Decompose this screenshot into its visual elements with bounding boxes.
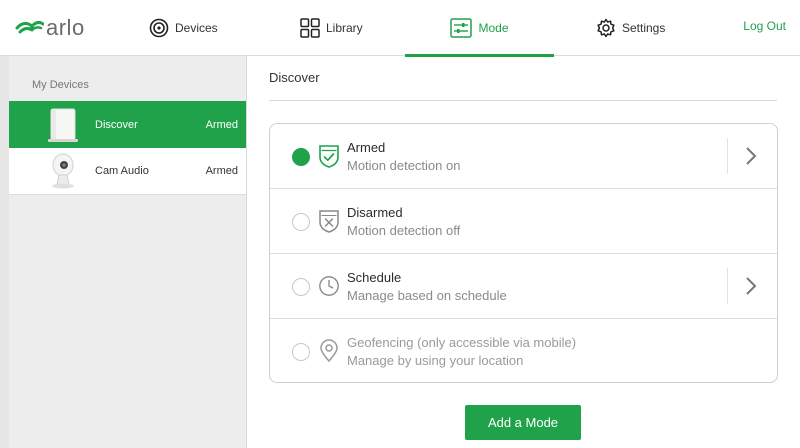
mode-name: Disarmed bbox=[347, 205, 403, 220]
nav-devices[interactable]: Devices bbox=[149, 0, 218, 55]
device-name: Discover bbox=[95, 118, 138, 131]
mode-name: Geofencing (only accessible via mobile) bbox=[347, 335, 577, 350]
location-pin-icon bbox=[318, 339, 340, 363]
mode-item-schedule[interactable]: Schedule Manage based on schedule bbox=[270, 254, 777, 319]
mode-sliders-icon bbox=[450, 17, 473, 38]
nav-settings-label: Settings bbox=[622, 20, 666, 35]
device-status: Armed bbox=[205, 118, 238, 131]
nav-library[interactable]: Library bbox=[300, 0, 363, 55]
row-divider bbox=[727, 138, 728, 174]
mode-item-geofencing: Geofencing (only accessible via mobile) … bbox=[270, 319, 777, 382]
modes-list: Armed Motion detection on Disarmed Motio… bbox=[269, 123, 778, 383]
mode-radio-selected[interactable] bbox=[292, 148, 310, 166]
sidebar-edge bbox=[0, 56, 9, 448]
mode-description: Motion detection on bbox=[347, 158, 461, 173]
mode-description: Motion detection off bbox=[347, 223, 461, 238]
nav-settings[interactable]: Settings bbox=[596, 0, 665, 55]
nav-mode[interactable]: Mode bbox=[405, 0, 554, 57]
chevron-right-icon[interactable] bbox=[744, 146, 758, 166]
mode-name: Schedule bbox=[347, 270, 402, 285]
base-station-thumbnail bbox=[33, 101, 93, 148]
mode-name: Armed bbox=[347, 140, 386, 155]
title-divider bbox=[269, 100, 777, 101]
arlo-logo[interactable]: arlo bbox=[14, 11, 85, 44]
logo-wordmark: arlo bbox=[46, 14, 85, 40]
shield-x-icon bbox=[318, 209, 340, 233]
device-status: Armed bbox=[205, 165, 238, 177]
sidebar-heading: My Devices bbox=[32, 79, 89, 91]
mode-description: Manage based on schedule bbox=[347, 288, 507, 303]
library-grid-icon bbox=[300, 17, 320, 38]
devices-icon bbox=[149, 18, 169, 38]
device-item-cam-audio[interactable]: Cam Audio Armed bbox=[9, 148, 246, 195]
arlo-wave-icon bbox=[14, 11, 45, 44]
mode-description: Manage by using your location bbox=[347, 353, 524, 368]
logout-link[interactable]: Log Out bbox=[743, 19, 786, 33]
top-navigation-bar: arlo Devices Library Mode Settings Log O… bbox=[0, 0, 800, 57]
mode-item-armed[interactable]: Armed Motion detection on bbox=[270, 124, 777, 189]
mode-radio-disabled bbox=[292, 343, 310, 361]
device-sidebar: My Devices Discover Armed Cam Audio Arme… bbox=[9, 56, 247, 448]
shield-check-icon bbox=[318, 144, 340, 168]
gear-icon bbox=[596, 18, 616, 38]
clock-icon bbox=[318, 274, 340, 298]
device-item-discover[interactable]: Discover Armed bbox=[9, 101, 246, 148]
mode-radio[interactable] bbox=[292, 278, 310, 296]
row-divider bbox=[727, 268, 728, 304]
camera-thumbnail bbox=[33, 148, 93, 195]
nav-mode-label: Mode bbox=[478, 20, 509, 35]
device-name: Cam Audio bbox=[95, 165, 149, 177]
mode-radio[interactable] bbox=[292, 213, 310, 231]
chevron-right-icon[interactable] bbox=[744, 276, 758, 296]
mode-item-disarmed[interactable]: Disarmed Motion detection off bbox=[270, 189, 777, 254]
nav-devices-label: Devices bbox=[175, 20, 218, 35]
nav-library-label: Library bbox=[326, 20, 363, 35]
add-mode-button[interactable]: Add a Mode bbox=[465, 405, 581, 440]
page-title: Discover bbox=[269, 70, 320, 85]
